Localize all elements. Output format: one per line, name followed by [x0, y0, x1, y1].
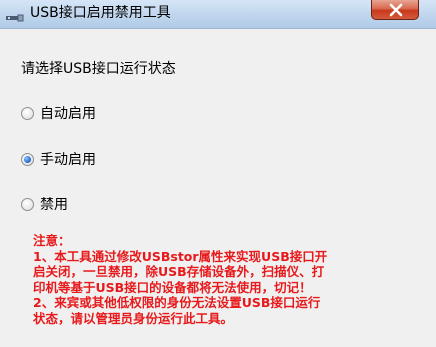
radio-button-selected[interactable] [21, 152, 34, 166]
notice-heading: 注意： [33, 233, 71, 248]
radio-button[interactable] [21, 197, 34, 211]
radio-button[interactable] [21, 106, 34, 120]
radio-label-disable: 禁用 [40, 197, 68, 213]
notice-line: 状态，请以管理员身份运行此工具。 [33, 310, 234, 326]
app-window: USB接口启用禁用工具 请选择USB接口运行状态 自动启用 手动启用 禁用 注意… [0, 0, 436, 347]
radio-label-manual-enable: 手动启用 [40, 152, 96, 168]
window-title: USB接口启用禁用工具 [30, 5, 171, 21]
notice-line: 印机等基于USB接口的设备都将无法使用，切记！ [33, 279, 312, 295]
client-area: 请选择USB接口运行状态 自动启用 手动启用 禁用 注意： 1、本工具通过修改U… [2, 29, 436, 347]
notice-line: 2、来宾或其他低权限的身份无法设置USB接口运行 [33, 295, 321, 310]
close-icon [389, 3, 403, 17]
radio-label-auto-enable: 自动启用 [40, 106, 96, 122]
radio-auto-enable[interactable]: 自动启用 [21, 104, 96, 122]
notice-line: 启关闭，一旦禁用，除USB存储设备外，扫描仪、打 [33, 264, 325, 279]
radio-disable[interactable]: 禁用 [21, 195, 68, 213]
notice-block: 注意： 1、本工具通过修改USBstor属性来实现USB接口开 启关闭，一旦禁用… [33, 233, 433, 326]
title-bar[interactable]: USB接口启用禁用工具 [0, 0, 436, 29]
prompt-label: 请选择USB接口运行状态 [21, 61, 176, 77]
notice-line: 1、本工具通过修改USBstor属性来实现USB接口开 [33, 248, 328, 264]
close-button[interactable] [371, 0, 419, 20]
radio-manual-enable[interactable]: 手动启用 [21, 150, 96, 168]
usb-app-icon [6, 8, 24, 27]
